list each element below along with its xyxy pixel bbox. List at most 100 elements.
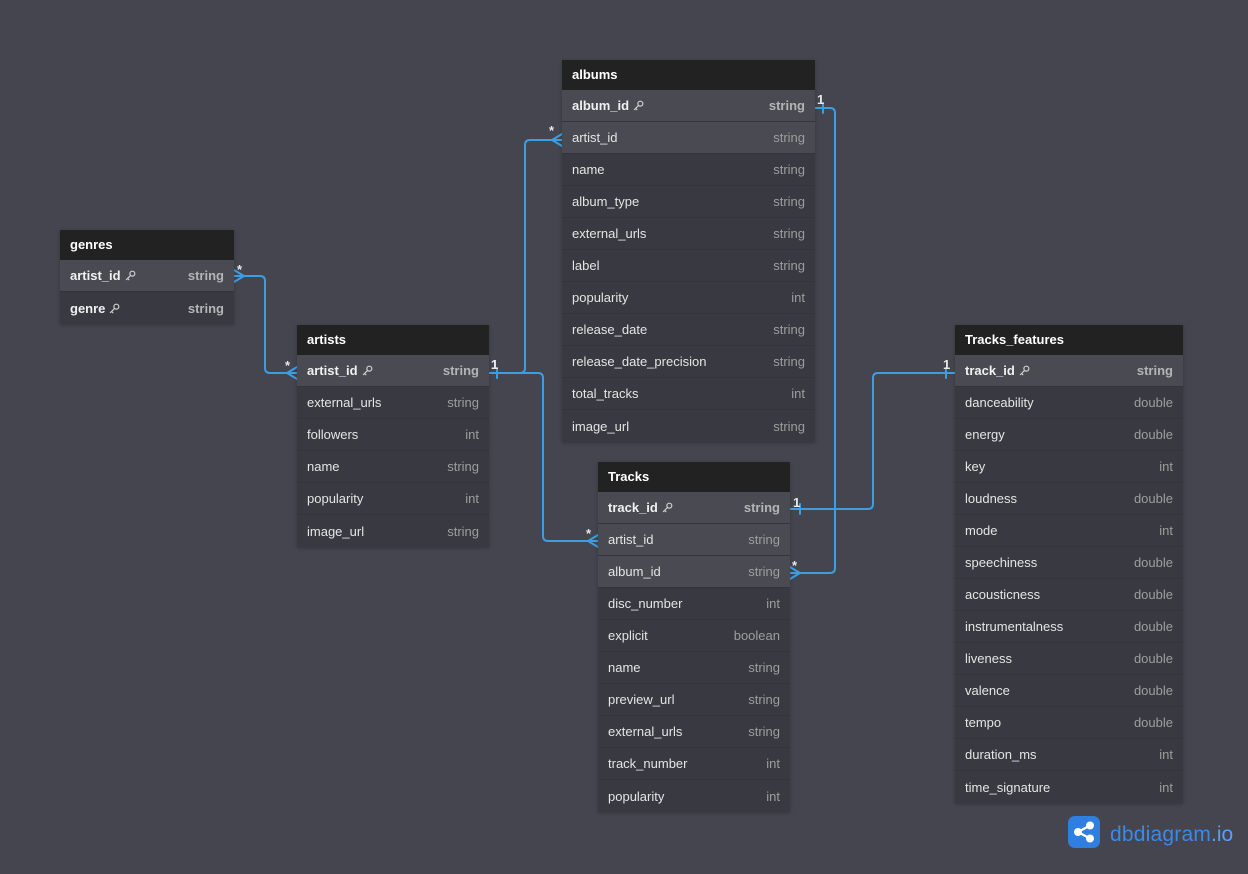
field-type: string <box>773 354 805 369</box>
field-row-label[interactable]: label string <box>562 250 815 282</box>
table-albums[interactable]: albums album_id string artist_id string name s… <box>562 60 815 442</box>
field-row-instrumentalness[interactable]: instrumentalness double <box>955 611 1183 643</box>
field-type: string <box>447 459 479 474</box>
field-name-group: external_urls <box>608 724 682 739</box>
field-row-external-urls[interactable]: external_urls string <box>562 218 815 250</box>
field-row-album-type[interactable]: album_type string <box>562 186 815 218</box>
field-row-release-date-precision[interactable]: release_date_precision string <box>562 346 815 378</box>
table-header-tracks[interactable]: Tracks <box>598 462 790 492</box>
field-row-preview-url[interactable]: preview_url string <box>598 684 790 716</box>
field-name-group: duration_ms <box>965 747 1037 762</box>
field-name: track_number <box>608 756 688 771</box>
field-row-artist-id[interactable]: artist_id string <box>60 260 234 292</box>
table-header-genres[interactable]: genres <box>60 230 234 260</box>
field-type: string <box>187 268 224 283</box>
field-row-track-id[interactable]: track_id string <box>955 355 1183 387</box>
field-row-time-signature[interactable]: time_signature int <box>955 771 1183 803</box>
field-type: string <box>773 130 805 145</box>
field-name: disc_number <box>608 596 683 611</box>
field-row-name[interactable]: name string <box>598 652 790 684</box>
field-name: tempo <box>965 715 1002 730</box>
field-row-popularity[interactable]: popularity int <box>297 483 489 515</box>
field-type: string <box>447 395 479 410</box>
field-row-artist-id[interactable]: artist_id string <box>598 524 790 556</box>
field-name-group: track_number <box>608 756 687 771</box>
field-row-album-id[interactable]: album_id string <box>598 556 790 588</box>
field-row-popularity[interactable]: popularity int <box>598 780 790 812</box>
field-row-external-urls[interactable]: external_urls string <box>297 387 489 419</box>
field-name-group: external_urls <box>307 395 381 410</box>
cardinality-label: 1 <box>943 357 950 372</box>
field-type: string <box>442 363 479 378</box>
field-row-genre[interactable]: genre string <box>60 292 234 324</box>
field-type: double <box>1133 491 1173 506</box>
field-type: string <box>1136 363 1173 378</box>
field-name: speechiness <box>965 555 1038 570</box>
table-header-albums[interactable]: albums <box>562 60 815 90</box>
field-row-album-id[interactable]: album_id string <box>562 90 815 122</box>
field-name: valence <box>965 683 1010 698</box>
field-row-name[interactable]: name string <box>562 154 815 186</box>
table-header-tracks-features[interactable]: Tracks_features <box>955 325 1183 355</box>
field-row-liveness[interactable]: liveness double <box>955 643 1183 675</box>
field-row-mode[interactable]: mode int <box>955 515 1183 547</box>
logo-suffix: .io <box>1211 822 1234 846</box>
field-row-artist-id[interactable]: artist_id string <box>297 355 489 387</box>
field-name-group: artist_id <box>608 532 654 547</box>
field-name: artist_id <box>70 268 121 283</box>
field-row-duration-ms[interactable]: duration_ms int <box>955 739 1183 771</box>
table-genres[interactable]: genres artist_id string genre string <box>60 230 234 324</box>
field-name-group: valence <box>965 683 1010 698</box>
field-name: external_urls <box>608 724 683 739</box>
field-row-track-number[interactable]: track_number int <box>598 748 790 780</box>
field-row-acousticness[interactable]: acousticness double <box>955 579 1183 611</box>
table-header-artists[interactable]: artists <box>297 325 489 355</box>
field-type: double <box>1133 619 1173 634</box>
field-row-energy[interactable]: energy double <box>955 419 1183 451</box>
field-name-group: liveness <box>965 651 1012 666</box>
table-tracks[interactable]: Tracks track_id string artist_id string album… <box>598 462 790 812</box>
field-type: int <box>465 427 479 442</box>
field-row-key[interactable]: key int <box>955 451 1183 483</box>
field-name-group: followers <box>307 427 358 442</box>
field-row-explicit[interactable]: explicit boolean <box>598 620 790 652</box>
field-row-image-url[interactable]: image_url string <box>297 515 489 547</box>
dbdiagram-logo[interactable]: dbdiagram.io <box>1068 816 1233 853</box>
field-row-name[interactable]: name string <box>297 451 489 483</box>
field-row-danceability[interactable]: danceability double <box>955 387 1183 419</box>
field-name: external_urls <box>572 226 647 241</box>
field-row-artist-id[interactable]: artist_id string <box>562 122 815 154</box>
field-name: label <box>572 258 600 273</box>
field-row-loudness[interactable]: loudness double <box>955 483 1183 515</box>
relationship-artists-albums[interactable]: 1 * <box>488 123 563 379</box>
field-row-popularity[interactable]: popularity int <box>562 282 815 314</box>
field-row-followers[interactable]: followers int <box>297 419 489 451</box>
field-type: string <box>773 226 805 241</box>
field-name-group: artist_id <box>307 363 373 378</box>
field-row-valence[interactable]: valence double <box>955 675 1183 707</box>
key-icon <box>1019 365 1030 376</box>
field-type: int <box>1159 523 1173 538</box>
field-name-group: energy <box>965 427 1005 442</box>
field-name-group: popularity <box>307 491 363 506</box>
field-row-image-url[interactable]: image_url string <box>562 410 815 442</box>
field-row-disc-number[interactable]: disc_number int <box>598 588 790 620</box>
table-artists[interactable]: artists artist_id string external_urls strin… <box>297 325 489 547</box>
field-name: name <box>572 162 605 177</box>
field-name-group: name <box>572 162 605 177</box>
field-name: preview_url <box>608 692 675 707</box>
table-tracks-features[interactable]: Tracks_features track_id string danceabilit… <box>955 325 1183 803</box>
field-name: name <box>608 660 641 675</box>
field-name: release_date_precision <box>572 354 707 369</box>
field-name: followers <box>307 427 359 442</box>
field-row-tempo[interactable]: tempo double <box>955 707 1183 739</box>
relationship-genres-artists[interactable]: * * <box>233 262 298 380</box>
field-row-track-id[interactable]: track_id string <box>598 492 790 524</box>
field-row-total-tracks[interactable]: total_tracks int <box>562 378 815 410</box>
field-row-external-urls[interactable]: external_urls string <box>598 716 790 748</box>
field-name: mode <box>965 523 998 538</box>
key-icon <box>109 303 120 314</box>
field-type: string <box>773 194 805 209</box>
field-row-release-date[interactable]: release_date string <box>562 314 815 346</box>
field-row-speechiness[interactable]: speechiness double <box>955 547 1183 579</box>
